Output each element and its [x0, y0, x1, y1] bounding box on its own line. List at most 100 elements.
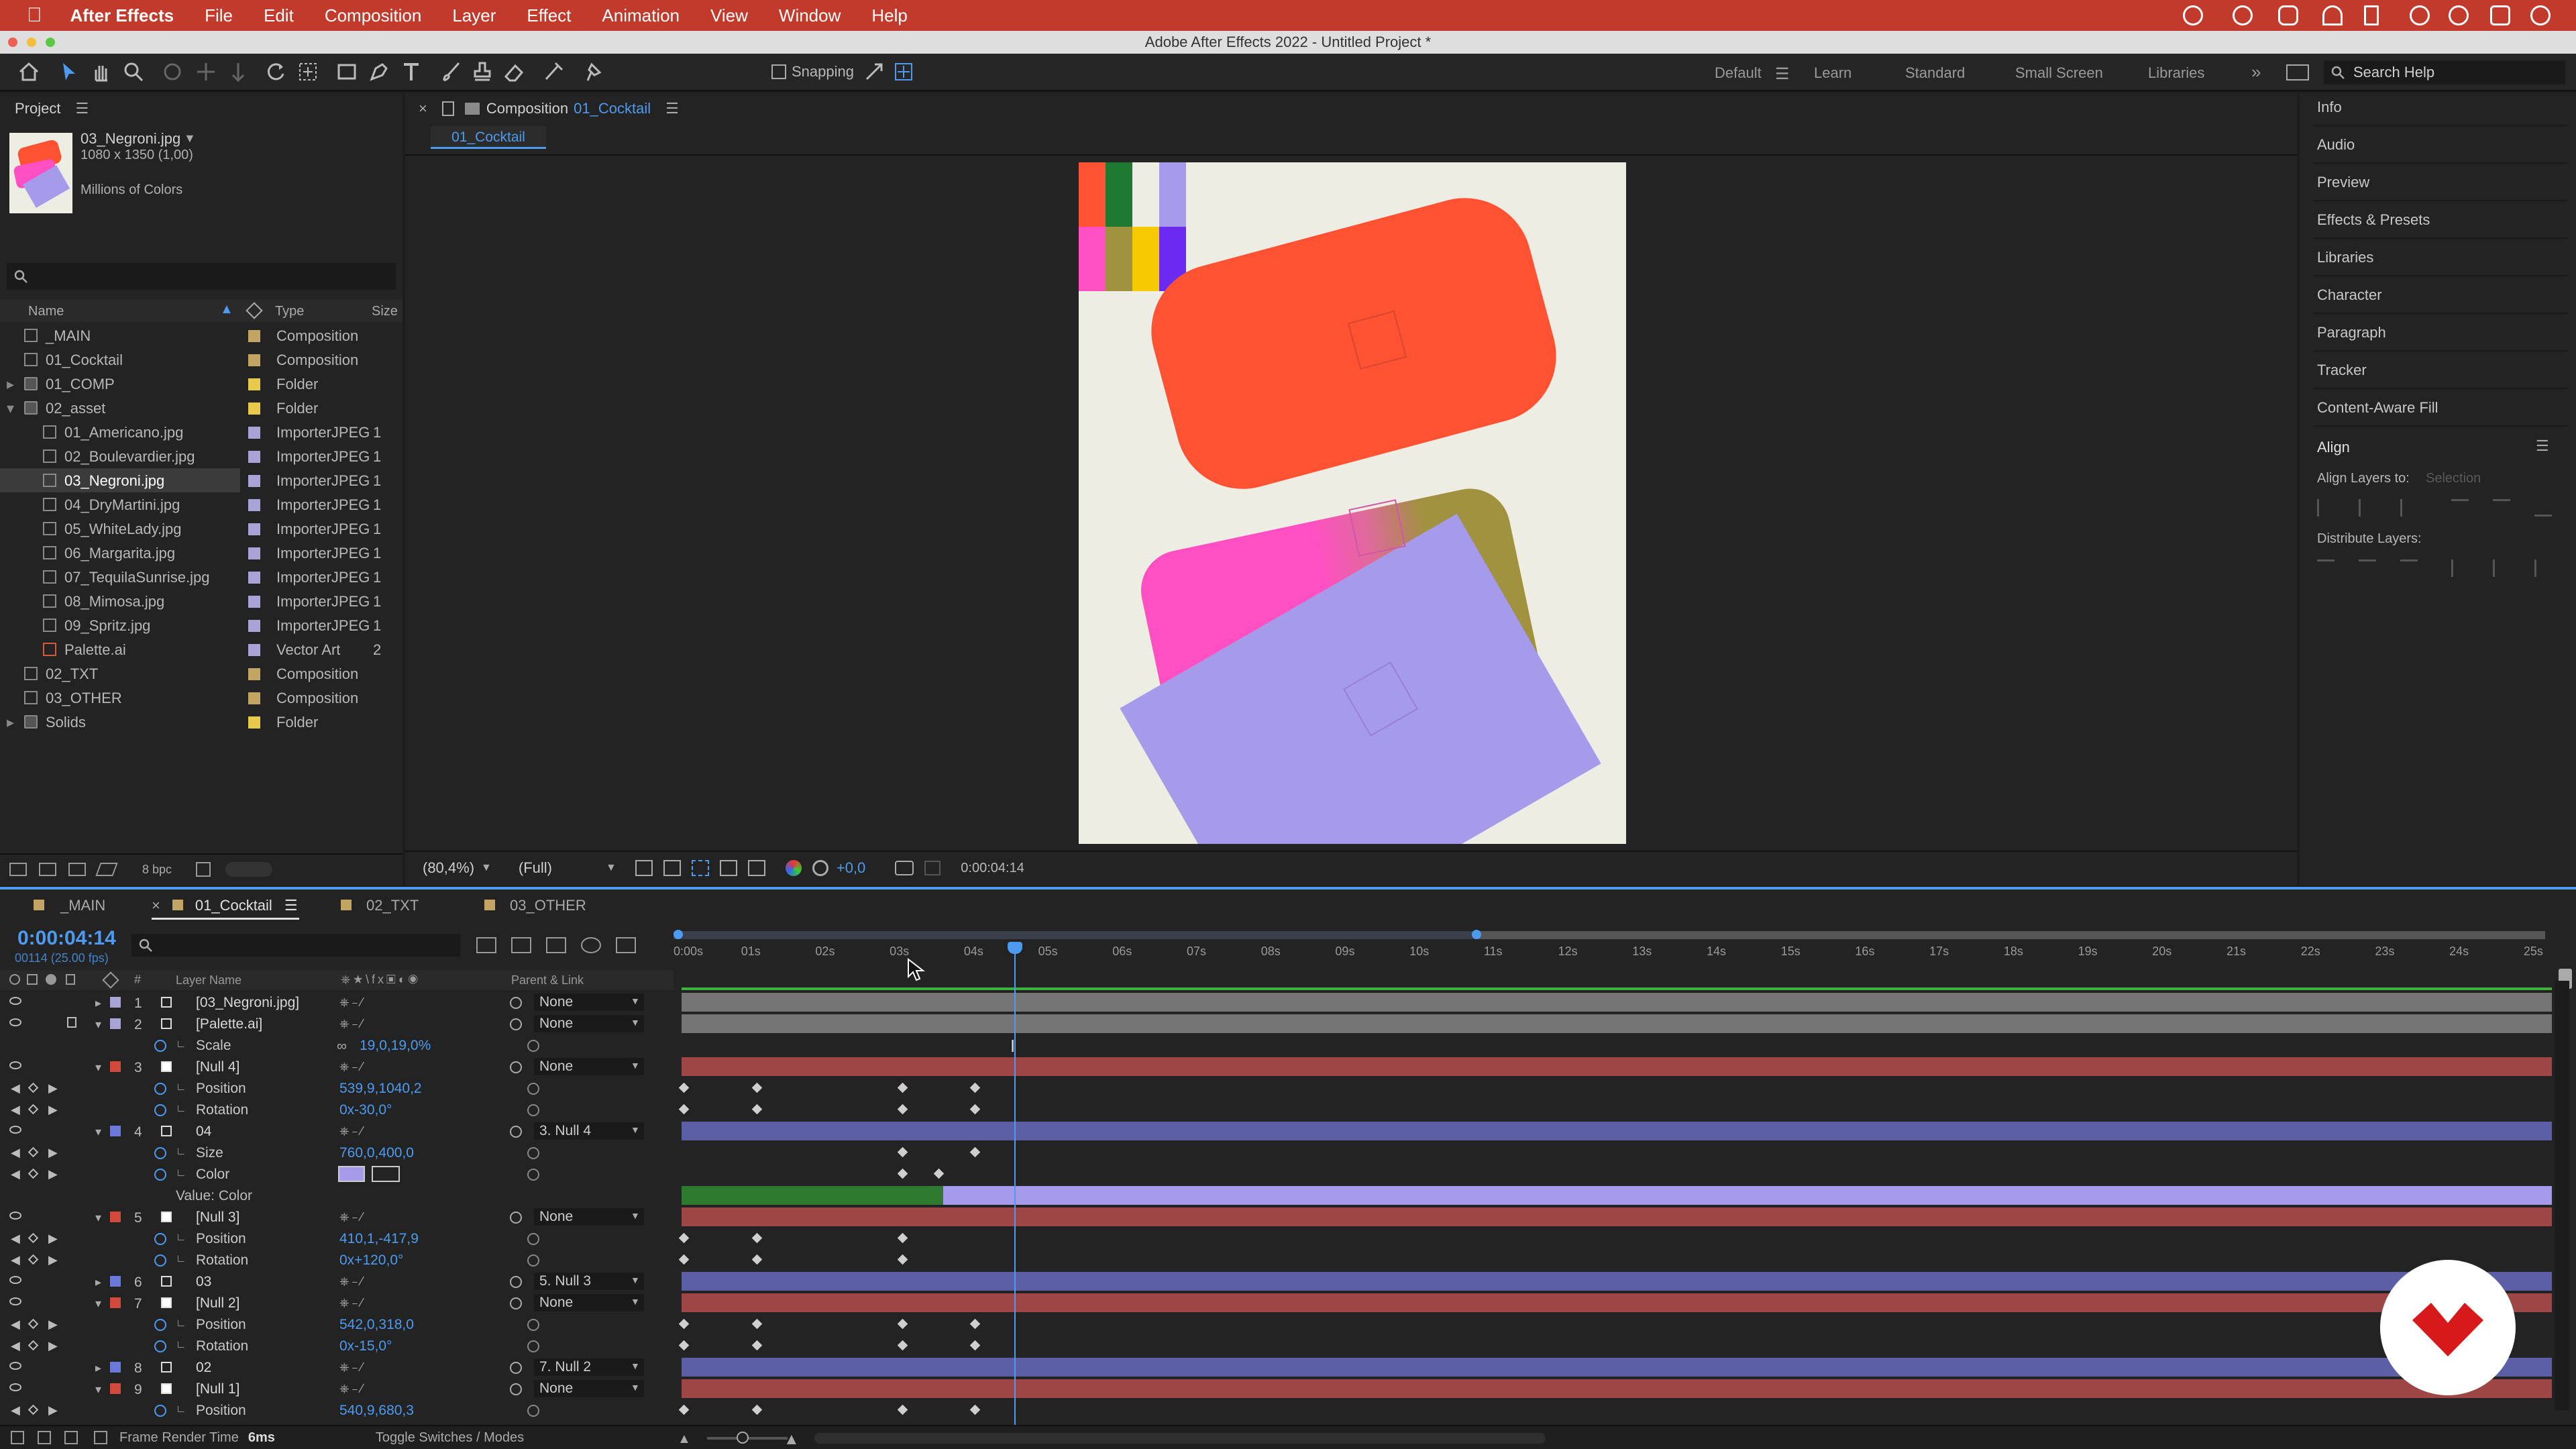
render-time-icon[interactable]: [94, 1431, 107, 1444]
pick-whip-icon[interactable]: [510, 1212, 522, 1224]
project-item-07-tequilasunrise-jpg[interactable]: 07_TequilaSunrise.jpg ImporterJPEG 1: [0, 565, 402, 589]
project-item-solids[interactable]: ▸ Solids Folder: [0, 710, 402, 734]
zoom-window-button[interactable]: [46, 38, 55, 47]
composition-timecode[interactable]: 0:00:04:14: [961, 861, 1024, 876]
pick-whip-icon[interactable]: [510, 1126, 522, 1138]
show-snapshot-icon[interactable]: [924, 861, 941, 875]
add-keyframe-icon[interactable]: [28, 1232, 39, 1244]
project-item-04-drymartini-jpg[interactable]: 04_DryMartini.jpg ImporterJPEG 1: [0, 492, 402, 517]
project-item-03-negroni-jpg[interactable]: 03_Negroni.jpg ImporterJPEG 1: [0, 468, 381, 492]
label-color-swatch[interactable]: [248, 427, 260, 439]
pick-whip-icon[interactable]: [510, 1362, 522, 1374]
keyframe-marker[interactable]: [933, 1168, 945, 1179]
keyframe-marker[interactable]: [678, 1404, 690, 1415]
layer-duration-bar[interactable]: [682, 1358, 2552, 1377]
rotate-tool-icon[interactable]: [264, 60, 287, 83]
layer-name[interactable]: 02: [196, 1360, 211, 1376]
layer-switch-icons[interactable]: ⎈ ⎯ ⁄: [339, 996, 363, 1010]
label-column-icon[interactable]: [246, 302, 263, 319]
layer-switch-icons[interactable]: ⎈ ⎯ ⁄: [339, 1275, 363, 1289]
layer-expand-icon[interactable]: ▾: [95, 1383, 101, 1397]
puppet-pin-tool-icon[interactable]: [581, 60, 604, 83]
paragraph-panel[interactable]: Paragraph: [2313, 314, 2568, 352]
add-keyframe-icon[interactable]: [28, 1104, 39, 1115]
brush-tool-icon[interactable]: [440, 60, 463, 83]
stopwatch-icon[interactable]: [154, 1040, 166, 1052]
layer-label-swatch[interactable]: [110, 1126, 121, 1136]
pick-whip-icon[interactable]: [510, 1018, 522, 1030]
layer-switch-icons[interactable]: ⎈ ⎯ ⁄: [339, 1210, 363, 1224]
layer-label-swatch[interactable]: [110, 997, 121, 1008]
composition-flow-tab[interactable]: 01_Cocktail: [431, 126, 546, 149]
parent-link-column[interactable]: Parent & Link: [511, 973, 584, 987]
parent-dropdown[interactable]: 7. Null 2: [534, 1358, 644, 1376]
layer-switch-icons[interactable]: ⎈ ⎯ ⁄: [339, 1360, 363, 1375]
visibility-eye-icon[interactable]: [9, 1362, 21, 1370]
menu-composition[interactable]: Composition: [325, 5, 422, 26]
layer-label-swatch[interactable]: [110, 1212, 121, 1222]
pick-whip-icon[interactable]: [510, 1383, 522, 1395]
parent-dropdown[interactable]: 5. Null 3: [534, 1273, 644, 1290]
composition-viewer[interactable]: [1079, 162, 1626, 844]
creative-cloud-icon[interactable]: [2183, 5, 2203, 25]
keyframe-marker[interactable]: [678, 1104, 690, 1115]
expand-transfer-controls-icon[interactable]: [38, 1431, 51, 1444]
label-color-swatch[interactable]: [248, 596, 260, 608]
property-value[interactable]: 760,0,400,0: [339, 1145, 414, 1161]
workspace-default[interactable]: Default: [1715, 64, 1762, 82]
layer-switch-icons[interactable]: ⎈ ⎯ ⁄: [339, 1060, 363, 1074]
transparency-grid-icon[interactable]: [663, 860, 681, 876]
timeline-horizontal-scrollbar[interactable]: [814, 1433, 1546, 1444]
prev-keyframe-icon[interactable]: ◀: [11, 1232, 20, 1246]
color-swatch[interactable]: [338, 1166, 365, 1182]
stopwatch-icon[interactable]: [154, 1405, 166, 1417]
frame-blending-icon[interactable]: [581, 937, 601, 953]
expression-pick-whip-icon[interactable]: [527, 1040, 539, 1052]
parent-dropdown[interactable]: None: [534, 1380, 644, 1397]
layer-expand-icon[interactable]: ▾: [95, 1125, 101, 1139]
mask-visibility-icon[interactable]: [719, 860, 737, 876]
label-color-swatch[interactable]: [248, 330, 260, 342]
align-bottom-icon[interactable]: [2534, 499, 2552, 517]
project-item-main[interactable]: _MAIN Composition: [0, 323, 402, 347]
layer-label-swatch[interactable]: [110, 1276, 121, 1287]
distribute-vcenter-icon[interactable]: [2359, 559, 2376, 577]
column-type[interactable]: Type: [275, 304, 304, 319]
label-color-swatch[interactable]: [248, 475, 260, 487]
pen-tool-icon[interactable]: [368, 60, 390, 83]
eyedropper-icon[interactable]: [372, 1166, 400, 1182]
new-composition-icon[interactable]: [68, 863, 86, 876]
align-right-icon[interactable]: [2400, 499, 2418, 517]
project-item-03-other[interactable]: 03_OTHER Composition: [0, 686, 402, 710]
prev-keyframe-icon[interactable]: ◀: [11, 1167, 20, 1181]
preview-panel[interactable]: Preview: [2313, 164, 2568, 201]
composition-panel-menu-icon[interactable]: ☰: [665, 100, 679, 117]
magnification-chevron-icon[interactable]: ▼: [481, 862, 492, 874]
hand-tool-icon[interactable]: [90, 60, 113, 83]
project-item-palette-ai[interactable]: Palette.ai Vector Art 2: [0, 637, 402, 661]
minimize-window-button[interactable]: [27, 38, 36, 47]
disclosure-triangle-icon[interactable]: ▾: [7, 400, 14, 417]
libraries-panel[interactable]: Libraries: [2313, 239, 2568, 276]
snapshot-icon[interactable]: [895, 861, 914, 875]
thumbnail-size-slider[interactable]: [225, 862, 273, 877]
keyframe-marker[interactable]: [751, 1318, 762, 1330]
menu-effect[interactable]: Effect: [527, 5, 571, 26]
snap-options-icon[interactable]: [863, 60, 885, 83]
layer-expand-icon[interactable]: ▸: [95, 1361, 101, 1375]
layer-name[interactable]: 04: [196, 1124, 211, 1140]
shy-layers-icon[interactable]: [546, 937, 566, 953]
expression-pick-whip-icon[interactable]: [527, 1340, 539, 1352]
zoom-in-icon[interactable]: ▲: [784, 1430, 800, 1449]
composition-name[interactable]: 01_Cocktail: [574, 100, 651, 117]
parent-dropdown[interactable]: None: [534, 1294, 644, 1311]
timeline-zoom-handle[interactable]: [737, 1432, 749, 1444]
property-value[interactable]: 540,9,680,3: [339, 1403, 414, 1419]
resolution-chevron-icon[interactable]: ▼: [606, 862, 616, 874]
layer-name[interactable]: [Null 1]: [196, 1381, 239, 1397]
label-color-swatch[interactable]: [248, 644, 260, 656]
visibility-eye-icon[interactable]: [9, 997, 21, 1005]
parent-chevron-icon[interactable]: ▼: [631, 1296, 640, 1307]
playhead-handle[interactable]: [1008, 942, 1022, 954]
reset-exposure-icon[interactable]: [812, 860, 828, 876]
